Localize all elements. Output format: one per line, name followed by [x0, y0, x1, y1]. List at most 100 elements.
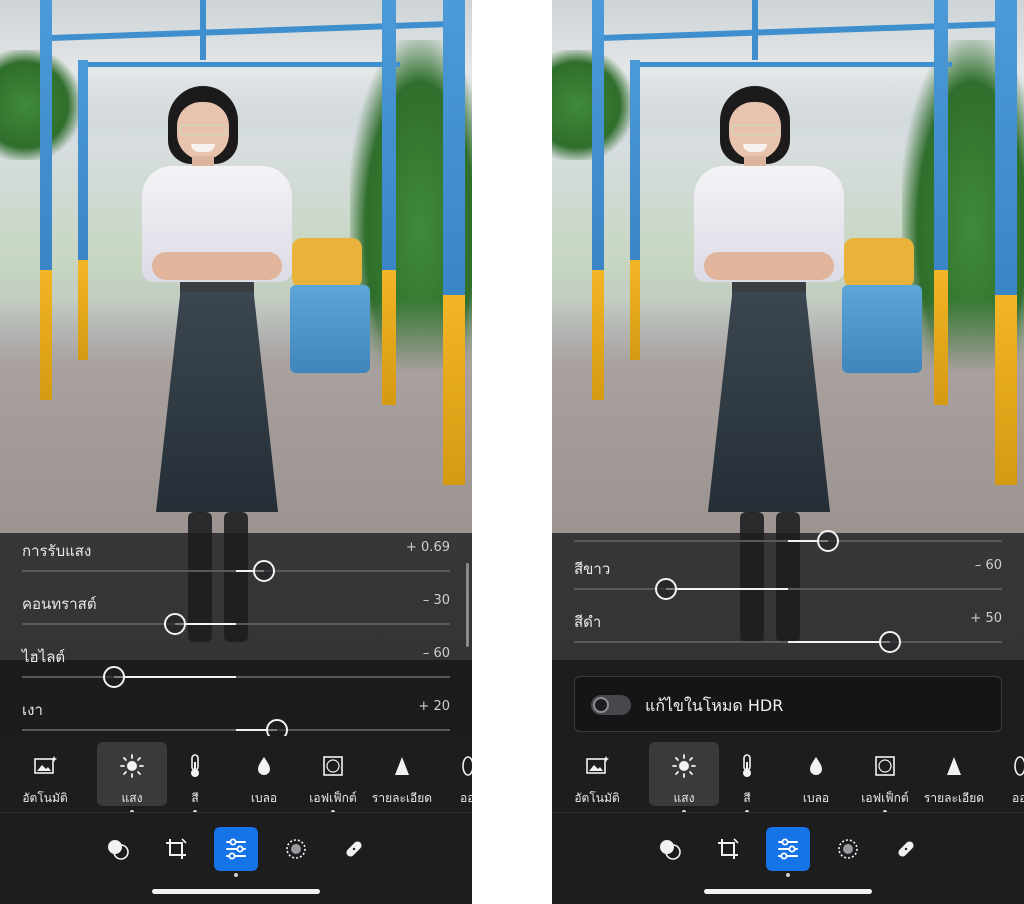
sliders-icon	[226, 838, 246, 860]
tool-effects[interactable]: เอฟเฟ็กต์	[298, 742, 368, 814]
tool-label: อัตโนมัติ	[574, 791, 620, 805]
photo-post	[78, 60, 88, 260]
highlights-slider-thumb[interactable]	[103, 666, 125, 688]
edit-button[interactable]	[214, 827, 258, 871]
slider-label: ไฮไลต์	[22, 648, 66, 666]
slider-label: สีขาว	[574, 560, 611, 578]
photo-post	[382, 270, 396, 405]
sun-icon	[649, 754, 719, 778]
slider-label: เงา	[22, 701, 43, 719]
tool-label: แสง	[121, 791, 143, 805]
blacks-slider-row: สีดำ + 50	[552, 604, 1024, 657]
home-indicator[interactable]	[704, 889, 872, 894]
tool-effects[interactable]: เอฟเฟ็กต์	[850, 742, 920, 814]
slider-fill	[788, 641, 890, 643]
slider-fill	[114, 676, 236, 678]
photo-chair	[292, 238, 362, 288]
tool-label: สี	[191, 791, 199, 805]
crop-button[interactable]	[706, 827, 750, 871]
whites-slider-thumb[interactable]	[655, 578, 677, 600]
exposure-slider-row: การรับแสง + 0.69	[0, 533, 472, 586]
slider-track[interactable]	[574, 588, 1002, 590]
tool-label: เอฟเฟ็กต์	[309, 791, 357, 805]
slider-label: สีดำ	[574, 613, 602, 631]
hdr-label: แก้ไขในโหมด HDR	[645, 696, 784, 715]
edit-button[interactable]	[766, 827, 810, 871]
tool-label: เบลอ	[250, 791, 278, 805]
photo-post	[443, 295, 465, 485]
masking-button[interactable]	[826, 827, 870, 871]
blacks-slider-thumb[interactable]	[879, 631, 901, 653]
tool-label: อัตโนมัติ	[22, 791, 68, 805]
contrast-slider-thumb[interactable]	[164, 613, 186, 635]
scrollbar[interactable]	[466, 563, 469, 647]
bottom-nav	[0, 812, 472, 904]
active-dot	[786, 873, 790, 877]
crop-icon	[718, 838, 739, 859]
bandage-icon	[898, 841, 914, 857]
slider-label: คอนทราสต์	[22, 595, 97, 613]
healing-button[interactable]	[332, 827, 376, 871]
hdr-mode-toggle[interactable]: แก้ไขในโหมด HDR	[574, 676, 1002, 732]
slider-value: + 20	[418, 699, 450, 714]
tool-detail[interactable]: รายละเอียด	[367, 742, 437, 806]
tool-auto[interactable]: อัตโนมัติ	[562, 742, 632, 806]
crop-button[interactable]	[154, 827, 198, 871]
photo-post	[78, 260, 88, 360]
tool-blur[interactable]: เบลอ	[781, 742, 851, 806]
photo-chair	[844, 238, 914, 288]
highlights-slider-row: ไฮไลต์ – 60	[0, 639, 472, 692]
slider-thumb[interactable]	[817, 530, 839, 552]
bottom-nav	[552, 812, 1024, 904]
slider-track[interactable]	[22, 676, 450, 678]
photo-post	[934, 270, 948, 405]
tool-blur[interactable]: เบลอ	[229, 742, 299, 806]
presets-button[interactable]	[648, 827, 692, 871]
photo-post	[995, 0, 1017, 295]
photo-table	[842, 285, 922, 373]
active-dot	[234, 873, 238, 877]
tool-light[interactable]: แสง	[97, 742, 167, 814]
tool-label: เอฟเฟ็กต์	[861, 791, 909, 805]
home-indicator[interactable]	[152, 889, 320, 894]
presets-icon	[108, 840, 129, 860]
vignette-icon	[850, 754, 920, 778]
contrast-slider-row: คอนทราสต์ – 30	[0, 586, 472, 639]
triangle-icon	[919, 754, 989, 778]
presets-button[interactable]	[96, 827, 140, 871]
sliders-icon	[778, 838, 798, 860]
tool-optics[interactable]: ออป	[436, 742, 472, 806]
photo-post	[995, 295, 1017, 485]
editor-screen-left: การรับแสง + 0.69 คอนทราสต์ – 30 ไฮไลต์ –…	[0, 0, 472, 904]
light-sliders-panel: การรับแสง + 0.69 คอนทราสต์ – 30 ไฮไลต์ –…	[0, 533, 472, 741]
tool-color[interactable]: สี	[712, 742, 782, 814]
photo-table	[290, 285, 370, 373]
hdr-toggle-switch[interactable]	[591, 695, 631, 715]
photo-post	[592, 0, 604, 270]
thermometer-icon	[712, 754, 782, 778]
tool-auto[interactable]: อัตโนมัติ	[10, 742, 80, 806]
slider-track[interactable]	[22, 623, 450, 625]
tool-light[interactable]: แสง	[649, 742, 719, 814]
slider-value: – 30	[422, 593, 450, 608]
photo-post	[40, 270, 52, 400]
photo-post	[40, 0, 52, 270]
tool-detail[interactable]: รายละเอียด	[919, 742, 989, 806]
photo-post	[934, 0, 948, 270]
slider-value: – 60	[974, 558, 1002, 573]
masking-button[interactable]	[274, 827, 318, 871]
vignette-icon	[298, 754, 368, 778]
tool-tabs: อัตโนมัติ แสง สี เบลอ เอฟเฟ็กต์ รายละเอี…	[552, 736, 1024, 814]
masking-icon	[838, 839, 858, 859]
photo-post	[592, 270, 604, 400]
tool-color[interactable]: สี	[160, 742, 230, 814]
bandage-icon	[346, 841, 362, 857]
photo-beam	[200, 0, 206, 60]
toggle-knob	[593, 697, 609, 713]
exposure-slider-thumb[interactable]	[253, 560, 275, 582]
slider-label: การรับแสง	[22, 542, 92, 560]
tool-optics[interactable]: ออป	[988, 742, 1024, 806]
droplet-icon	[229, 754, 299, 778]
tool-label: ออป	[459, 791, 472, 805]
healing-button[interactable]	[884, 827, 928, 871]
